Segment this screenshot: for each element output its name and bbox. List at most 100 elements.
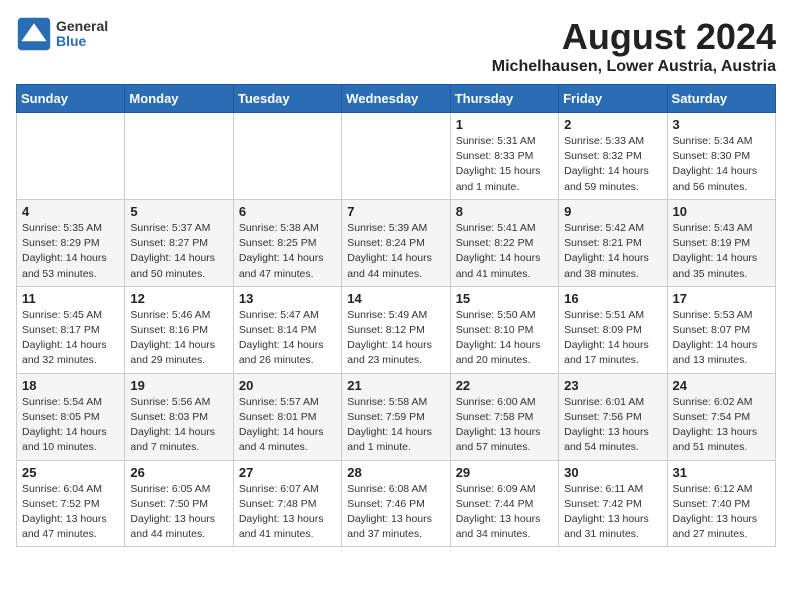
calendar-cell: 22 Sunrise: 6:00 AM Sunset: 7:58 PM Dayli…	[450, 373, 558, 460]
day-number: 11	[22, 291, 119, 306]
day-number: 30	[564, 465, 661, 480]
day-number: 18	[22, 378, 119, 393]
day-number: 1	[456, 117, 553, 132]
day-info: Sunrise: 6:09 AM Sunset: 7:44 PM Dayligh…	[456, 482, 553, 543]
logo-line2: Blue	[56, 34, 108, 49]
day-number: 25	[22, 465, 119, 480]
day-number: 19	[130, 378, 227, 393]
day-number: 12	[130, 291, 227, 306]
page-title: August 2024	[492, 16, 776, 58]
day-number: 28	[347, 465, 444, 480]
calendar-cell	[342, 113, 450, 200]
calendar-cell: 27 Sunrise: 6:07 AM Sunset: 7:48 PM Dayli…	[233, 460, 341, 547]
calendar-cell: 20 Sunrise: 5:57 AM Sunset: 8:01 PM Dayli…	[233, 373, 341, 460]
day-info: Sunrise: 5:49 AM Sunset: 8:12 PM Dayligh…	[347, 308, 444, 369]
calendar-cell: 9Sunrise: 5:42 AM Sunset: 8:21 PM Daylig…	[559, 199, 667, 286]
calendar-cell	[125, 113, 233, 200]
calendar-cell: 17 Sunrise: 5:53 AM Sunset: 8:07 PM Dayli…	[667, 286, 775, 373]
day-info: Sunrise: 5:43 AM Sunset: 8:19 PM Dayligh…	[673, 221, 770, 282]
day-number: 23	[564, 378, 661, 393]
day-info: Sunrise: 5:34 AM Sunset: 8:30 PM Dayligh…	[673, 134, 770, 195]
calendar-cell: 5Sunrise: 5:37 AM Sunset: 8:27 PM Daylig…	[125, 199, 233, 286]
calendar-cell: 29 Sunrise: 6:09 AM Sunset: 7:44 PM Dayli…	[450, 460, 558, 547]
day-number: 8	[456, 204, 553, 219]
day-info: Sunrise: 5:31 AM Sunset: 8:33 PM Dayligh…	[456, 134, 553, 195]
calendar-cell: 23 Sunrise: 6:01 AM Sunset: 7:56 PM Dayli…	[559, 373, 667, 460]
calendar-cell: 10 Sunrise: 5:43 AM Sunset: 8:19 PM Dayli…	[667, 199, 775, 286]
calendar-cell: 30 Sunrise: 6:11 AM Sunset: 7:42 PM Dayli…	[559, 460, 667, 547]
logo-icon	[16, 16, 52, 52]
logo-line1: General	[56, 19, 108, 34]
calendar-cell: 1 Sunrise: 5:31 AM Sunset: 8:33 PM Daylig…	[450, 113, 558, 200]
calendar-cell: 7 Sunrise: 5:39 AM Sunset: 8:24 PM Daylig…	[342, 199, 450, 286]
calendar-cell: 31 Sunrise: 6:12 AM Sunset: 7:40 PM Dayli…	[667, 460, 775, 547]
day-number: 17	[673, 291, 770, 306]
day-info: Sunrise: 5:53 AM Sunset: 8:07 PM Dayligh…	[673, 308, 770, 369]
calendar-cell: 8Sunrise: 5:41 AM Sunset: 8:22 PM Daylig…	[450, 199, 558, 286]
logo-text: General Blue	[56, 19, 108, 50]
day-info: Sunrise: 5:33 AM Sunset: 8:32 PM Dayligh…	[564, 134, 661, 195]
day-info: Sunrise: 5:47 AM Sunset: 8:14 PM Dayligh…	[239, 308, 336, 369]
day-number: 27	[239, 465, 336, 480]
day-number: 9	[564, 204, 661, 219]
day-info: Sunrise: 5:35 AM Sunset: 8:29 PM Dayligh…	[22, 221, 119, 282]
day-info: Sunrise: 5:45 AM Sunset: 8:17 PM Dayligh…	[22, 308, 119, 369]
calendar-cell	[17, 113, 125, 200]
calendar-cell: 16 Sunrise: 5:51 AM Sunset: 8:09 PM Dayli…	[559, 286, 667, 373]
day-number: 15	[456, 291, 553, 306]
calendar-cell: 14 Sunrise: 5:49 AM Sunset: 8:12 PM Dayli…	[342, 286, 450, 373]
weekday-header: Monday	[125, 85, 233, 113]
title-block: August 2024 Michelhausen, Lower Austria,…	[492, 16, 776, 76]
calendar-cell: 13 Sunrise: 5:47 AM Sunset: 8:14 PM Dayli…	[233, 286, 341, 373]
weekday-header: Thursday	[450, 85, 558, 113]
day-number: 20	[239, 378, 336, 393]
page-subtitle: Michelhausen, Lower Austria, Austria	[492, 58, 776, 76]
day-number: 10	[673, 204, 770, 219]
calendar-cell: 28Sunrise: 6:08 AM Sunset: 7:46 PM Dayli…	[342, 460, 450, 547]
page-header: General Blue August 2024 Michelhausen, L…	[16, 16, 776, 76]
day-info: Sunrise: 6:00 AM Sunset: 7:58 PM Dayligh…	[456, 395, 553, 456]
calendar-cell: 18 Sunrise: 5:54 AM Sunset: 8:05 PM Dayli…	[17, 373, 125, 460]
day-number: 14	[347, 291, 444, 306]
day-info: Sunrise: 5:57 AM Sunset: 8:01 PM Dayligh…	[239, 395, 336, 456]
calendar-week-row: 4 Sunrise: 5:35 AM Sunset: 8:29 PM Daylig…	[17, 199, 776, 286]
day-info: Sunrise: 5:46 AM Sunset: 8:16 PM Dayligh…	[130, 308, 227, 369]
day-info: Sunrise: 6:11 AM Sunset: 7:42 PM Dayligh…	[564, 482, 661, 543]
day-info: Sunrise: 5:54 AM Sunset: 8:05 PM Dayligh…	[22, 395, 119, 456]
day-info: Sunrise: 5:51 AM Sunset: 8:09 PM Dayligh…	[564, 308, 661, 369]
day-info: Sunrise: 6:05 AM Sunset: 7:50 PM Dayligh…	[130, 482, 227, 543]
day-info: Sunrise: 6:07 AM Sunset: 7:48 PM Dayligh…	[239, 482, 336, 543]
calendar-cell: 25 Sunrise: 6:04 AM Sunset: 7:52 PM Dayli…	[17, 460, 125, 547]
day-info: Sunrise: 6:01 AM Sunset: 7:56 PM Dayligh…	[564, 395, 661, 456]
calendar-cell: 15 Sunrise: 5:50 AM Sunset: 8:10 PM Dayli…	[450, 286, 558, 373]
day-info: Sunrise: 5:58 AM Sunset: 7:59 PM Dayligh…	[347, 395, 444, 456]
calendar-cell: 4 Sunrise: 5:35 AM Sunset: 8:29 PM Daylig…	[17, 199, 125, 286]
day-number: 4	[22, 204, 119, 219]
day-info: Sunrise: 6:12 AM Sunset: 7:40 PM Dayligh…	[673, 482, 770, 543]
weekday-header: Saturday	[667, 85, 775, 113]
calendar-week-row: 11 Sunrise: 5:45 AM Sunset: 8:17 PM Dayli…	[17, 286, 776, 373]
calendar-cell: 6 Sunrise: 5:38 AM Sunset: 8:25 PM Daylig…	[233, 199, 341, 286]
day-number: 31	[673, 465, 770, 480]
calendar-cell: 11 Sunrise: 5:45 AM Sunset: 8:17 PM Dayli…	[17, 286, 125, 373]
day-number: 29	[456, 465, 553, 480]
calendar-week-row: 18 Sunrise: 5:54 AM Sunset: 8:05 PM Dayli…	[17, 373, 776, 460]
day-number: 5	[130, 204, 227, 219]
day-number: 6	[239, 204, 336, 219]
day-number: 16	[564, 291, 661, 306]
day-number: 3	[673, 117, 770, 132]
day-number: 7	[347, 204, 444, 219]
day-number: 22	[456, 378, 553, 393]
day-info: Sunrise: 6:02 AM Sunset: 7:54 PM Dayligh…	[673, 395, 770, 456]
weekday-header: Friday	[559, 85, 667, 113]
day-info: Sunrise: 5:39 AM Sunset: 8:24 PM Dayligh…	[347, 221, 444, 282]
weekday-header: Sunday	[17, 85, 125, 113]
day-info: Sunrise: 6:04 AM Sunset: 7:52 PM Dayligh…	[22, 482, 119, 543]
day-info: Sunrise: 5:50 AM Sunset: 8:10 PM Dayligh…	[456, 308, 553, 369]
day-info: Sunrise: 5:38 AM Sunset: 8:25 PM Dayligh…	[239, 221, 336, 282]
weekday-header: Wednesday	[342, 85, 450, 113]
calendar-week-row: 25 Sunrise: 6:04 AM Sunset: 7:52 PM Dayli…	[17, 460, 776, 547]
calendar-cell: 2Sunrise: 5:33 AM Sunset: 8:32 PM Daylig…	[559, 113, 667, 200]
day-number: 13	[239, 291, 336, 306]
calendar-table: SundayMondayTuesdayWednesdayThursdayFrid…	[16, 84, 776, 547]
